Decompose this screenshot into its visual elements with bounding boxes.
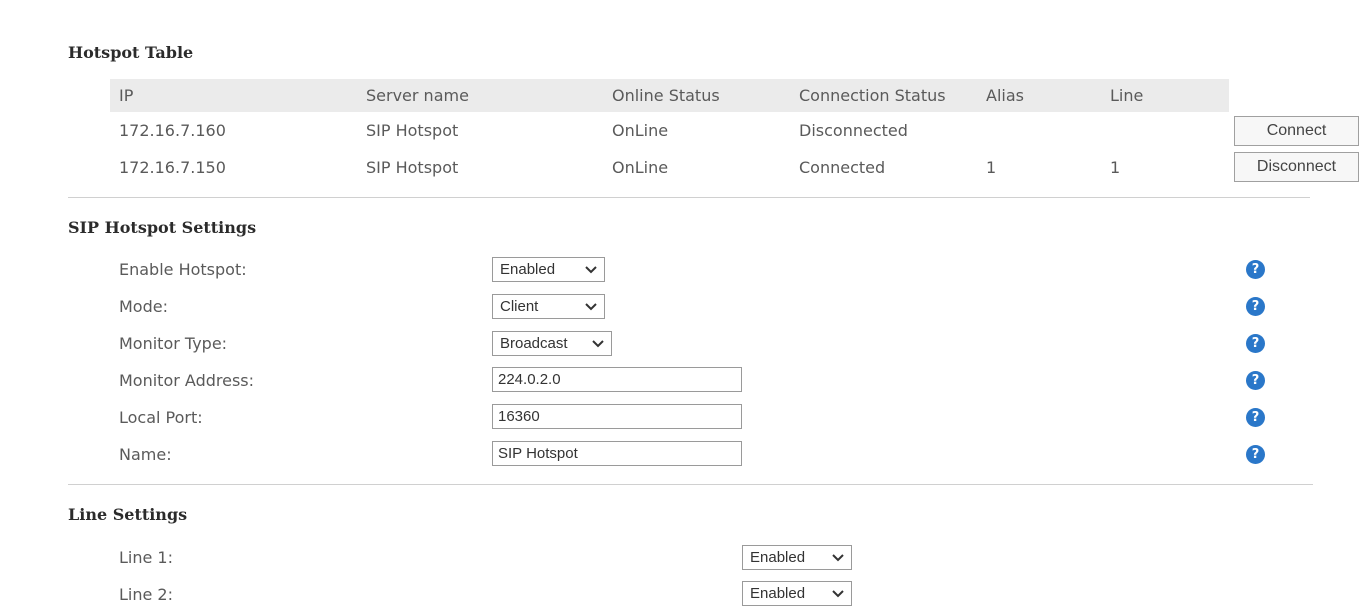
connect-button[interactable]: Connect	[1234, 116, 1359, 146]
row-online-status: OnLine	[612, 121, 669, 140]
line-settings-title: Line Settings	[68, 505, 188, 524]
disconnect-button[interactable]: Disconnect	[1234, 152, 1359, 182]
column-header-line: Line	[1110, 86, 1144, 105]
chevron-down-icon	[832, 554, 844, 562]
row-online-status: OnLine	[612, 158, 669, 177]
monitor-address-label: Monitor Address:	[119, 371, 255, 390]
chevron-down-icon	[592, 340, 604, 348]
monitor-type-label: Monitor Type:	[119, 334, 228, 353]
monitor-address-input[interactable]	[492, 367, 742, 392]
help-icon[interactable]: ?	[1246, 334, 1265, 353]
mode-label: Mode:	[119, 297, 168, 316]
help-icon[interactable]: ?	[1246, 408, 1265, 427]
row-server-name: SIP Hotspot	[366, 121, 459, 140]
row-connection-status: Disconnected	[799, 121, 908, 140]
mode-select[interactable]: Client	[492, 294, 605, 319]
hotspot-table-title: Hotspot Table	[68, 43, 194, 62]
column-header-ip: IP	[119, 86, 134, 105]
line-1-select[interactable]: Enabled	[742, 545, 852, 570]
enable-hotspot-value: Enabled	[500, 261, 556, 278]
help-icon[interactable]: ?	[1246, 445, 1265, 464]
enable-hotspot-label: Enable Hotspot:	[119, 260, 247, 279]
local-port-input[interactable]	[492, 404, 742, 429]
section-divider	[68, 197, 1310, 198]
line-2-value: Enabled	[750, 585, 806, 602]
name-label: Name:	[119, 445, 172, 464]
local-port-label: Local Port:	[119, 408, 203, 427]
help-icon[interactable]: ?	[1246, 297, 1265, 316]
monitor-type-value: Broadcast	[500, 335, 568, 352]
line-2-select[interactable]: Enabled	[742, 581, 852, 606]
chevron-down-icon	[585, 266, 597, 274]
row-server-name: SIP Hotspot	[366, 158, 459, 177]
row-alias: 1	[986, 158, 997, 177]
column-header-server-name: Server name	[366, 86, 469, 105]
help-icon[interactable]: ?	[1246, 371, 1265, 390]
column-header-connection-status: Connection Status	[799, 86, 946, 105]
row-connection-status: Connected	[799, 158, 886, 177]
name-input[interactable]	[492, 441, 742, 466]
chevron-down-icon	[585, 303, 597, 311]
sip-hotspot-settings-title: SIP Hotspot Settings	[68, 218, 257, 237]
row-ip: 172.16.7.150	[119, 158, 226, 177]
chevron-down-icon	[832, 590, 844, 598]
enable-hotspot-select[interactable]: Enabled	[492, 257, 605, 282]
monitor-type-select[interactable]: Broadcast	[492, 331, 612, 356]
section-divider	[68, 484, 1313, 485]
line-2-label: Line 2:	[119, 585, 173, 604]
column-header-online-status: Online Status	[612, 86, 720, 105]
help-icon[interactable]: ?	[1246, 260, 1265, 279]
mode-value: Client	[500, 298, 539, 315]
column-header-alias: Alias	[986, 86, 1024, 105]
row-ip: 172.16.7.160	[119, 121, 226, 140]
row-line: 1	[1110, 158, 1121, 177]
line-1-label: Line 1:	[119, 548, 173, 567]
line-1-value: Enabled	[750, 549, 806, 566]
